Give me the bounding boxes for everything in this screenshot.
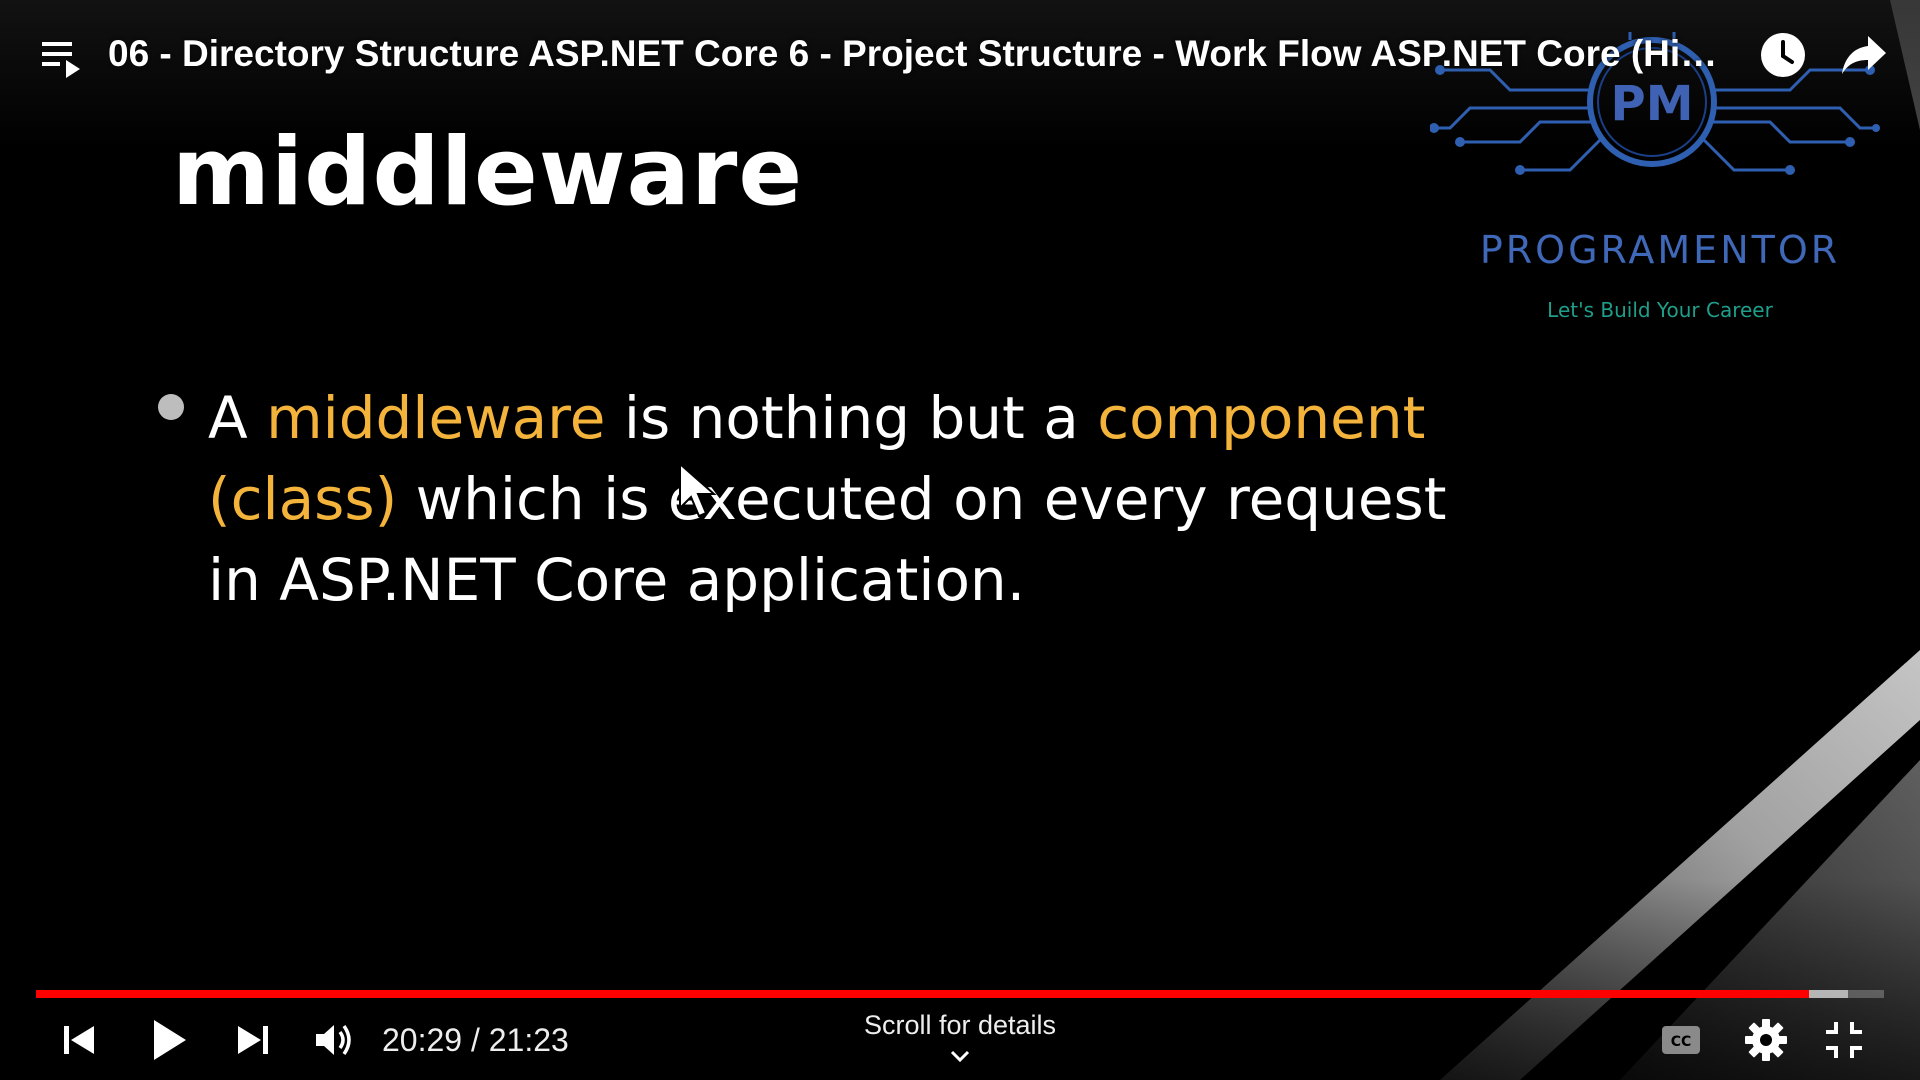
time-separator: /	[462, 1022, 489, 1058]
slide-heading: middleware	[172, 118, 804, 227]
bullet-part: A	[208, 384, 267, 452]
bullet-part: is nothing but a	[605, 384, 1098, 452]
video-player[interactable]: middleware A middleware is nothing but a…	[0, 0, 1920, 1080]
mouse-cursor-icon	[679, 462, 717, 518]
share-arrow-icon[interactable]	[1840, 32, 1888, 78]
svg-text:CC: CC	[1671, 1034, 1692, 1050]
chevron-down-icon[interactable]	[946, 1046, 974, 1066]
logo-monogram: PM	[1610, 76, 1694, 132]
video-frame[interactable]: middleware A middleware is nothing but a…	[0, 0, 1920, 1080]
bullet-marker	[158, 394, 184, 420]
volume-icon[interactable]	[310, 1016, 358, 1064]
current-time: 20:29	[382, 1022, 463, 1058]
skip-next-icon[interactable]	[228, 1016, 276, 1064]
closed-captions-icon[interactable]: CC	[1660, 1022, 1702, 1058]
progress-bar[interactable]	[36, 990, 1884, 998]
video-title[interactable]: 06 - Directory Structure ASP.NET Core 6 …	[108, 30, 1738, 78]
duration: 21:23	[488, 1022, 569, 1058]
slide-bullet-text: A middleware is nothing but a component …	[208, 378, 1508, 621]
progress-played	[36, 990, 1809, 998]
gear-icon[interactable]	[1742, 1016, 1790, 1064]
exit-fullscreen-icon[interactable]	[1822, 1018, 1866, 1062]
scroll-for-details[interactable]: Scroll for details	[760, 1010, 1160, 1041]
skip-previous-icon[interactable]	[56, 1016, 104, 1064]
clock-icon[interactable]	[1760, 32, 1806, 78]
bullet-highlight: middleware	[266, 384, 606, 452]
logo-tagline: Let's Build Your Career	[1547, 298, 1773, 322]
play-icon[interactable]	[140, 1012, 196, 1068]
logo-name: PROGRAMENTOR	[1479, 228, 1841, 272]
playlist-icon[interactable]	[40, 36, 84, 80]
time-display: 20:29 / 21:23	[382, 1020, 569, 1060]
